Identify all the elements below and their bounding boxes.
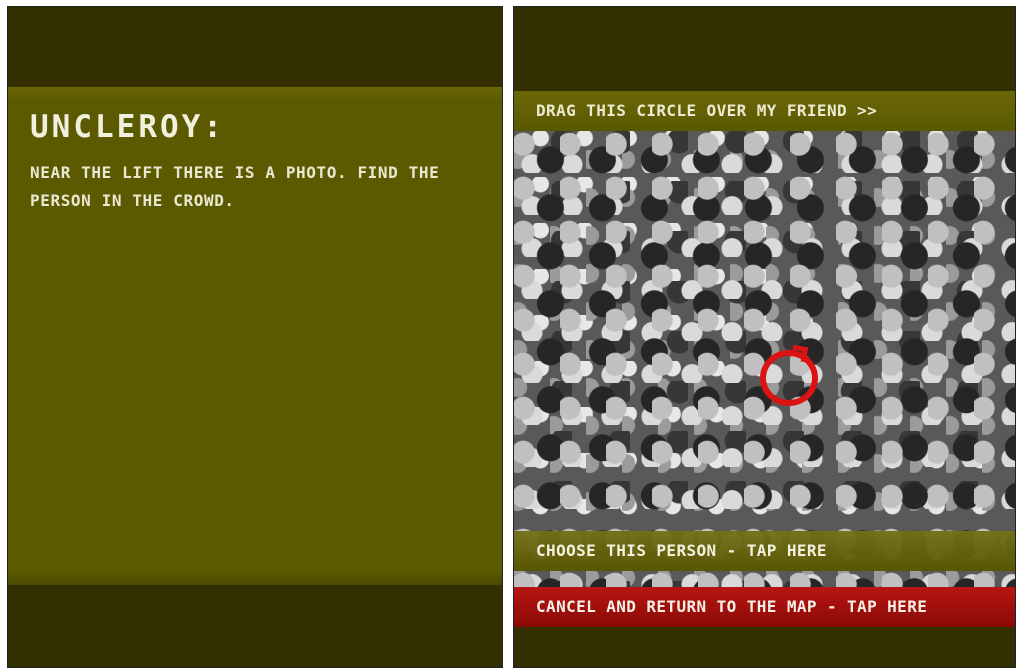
- bottom-band: [514, 627, 1015, 667]
- cancel-return-button[interactable]: CANCEL AND RETURN TO THE MAP - TAP HERE: [514, 587, 1015, 627]
- instruction-bar: DRAG THIS CIRCLE OVER MY FRIEND >>: [514, 91, 1015, 131]
- message-title: UNCLEROY:: [30, 109, 225, 145]
- choose-person-button[interactable]: CHOOSE THIS PERSON - TAP HERE: [514, 531, 1015, 571]
- photo-screen: DRAG THIS CIRCLE OVER MY FRIEND >> CHOOS…: [513, 6, 1016, 668]
- message-area: UNCLEROY: NEAR THE LIFT THERE IS A PHOTO…: [8, 87, 502, 585]
- message-screen: UNCLEROY: NEAR THE LIFT THERE IS A PHOTO…: [7, 6, 503, 668]
- message-body: NEAR THE LIFT THERE IS A PHOTO. FIND THE…: [30, 163, 440, 210]
- drag-target-circle[interactable]: [760, 350, 818, 406]
